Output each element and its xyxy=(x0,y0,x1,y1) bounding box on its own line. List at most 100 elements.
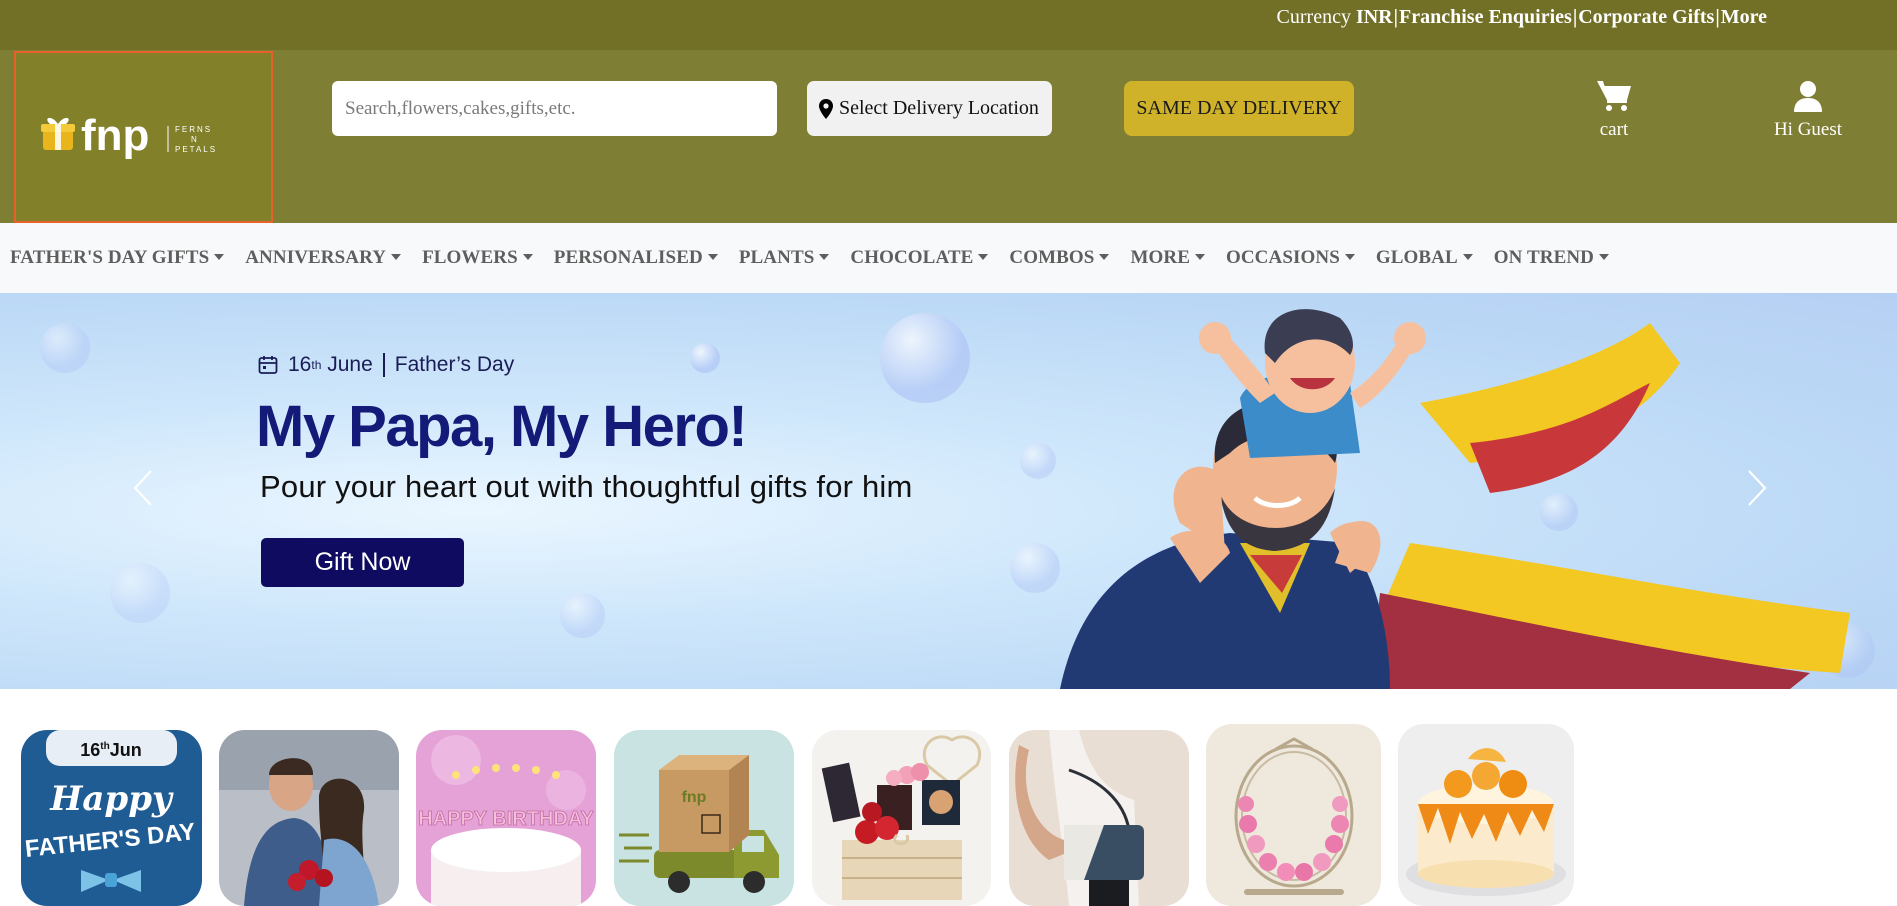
caret-down-icon xyxy=(1099,253,1110,260)
same-day-label: SAME DAY DELIVERY xyxy=(1136,97,1342,119)
svg-text:PETALS: PETALS xyxy=(175,145,217,154)
category-nav: FATHER'S DAY GIFTS ANNIVERSARY FLOWERS P… xyxy=(0,223,1897,293)
nav-label: MORE xyxy=(1130,247,1190,268)
category-tile-anniversary[interactable] xyxy=(219,730,399,906)
banner-subtitle: Pour your heart out with thoughtful gift… xyxy=(260,469,913,504)
cart-button[interactable]: cart xyxy=(1590,80,1638,141)
nav-label: CHOCOLATE xyxy=(850,247,974,268)
flower-ring-arrangement-photo xyxy=(1206,724,1381,906)
nav-item-combos[interactable]: COMBOS xyxy=(1009,247,1110,269)
fathers-day-tile-image: 16thJun Happy FATHER'S DAY xyxy=(21,730,202,906)
bubble-decoration xyxy=(560,593,605,638)
svg-text:N: N xyxy=(191,135,197,144)
nav-item-flowers[interactable]: FLOWERS xyxy=(422,247,533,269)
currency-label: Currency xyxy=(1276,6,1356,28)
category-tile-fathers-day[interactable]: 16thJun Happy FATHER'S DAY xyxy=(21,730,202,906)
hero-banner[interactable]: 16th June Father’s Day My Papa, My Hero!… xyxy=(0,293,1897,689)
caret-down-icon xyxy=(522,253,533,260)
banner-title: My Papa, My Hero! xyxy=(256,394,748,459)
nav-item-on-trend[interactable]: ON TREND xyxy=(1494,247,1609,269)
more-link[interactable]: More xyxy=(1721,6,1767,28)
user-greeting: Hi Guest xyxy=(1773,119,1843,140)
same-day-delivery-button[interactable]: SAME DAY DELIVERY xyxy=(1124,81,1354,136)
nav-label: GLOBAL xyxy=(1375,247,1458,268)
cart-icon xyxy=(1596,80,1632,118)
category-tile-cakes[interactable] xyxy=(1398,724,1574,906)
category-tile-same-day[interactable]: fnp xyxy=(614,730,794,906)
nav-item-plants[interactable]: PLANTS xyxy=(739,247,830,269)
category-tile-personalised[interactable] xyxy=(812,730,991,906)
nav-label: FATHER'S DAY GIFTS xyxy=(10,247,210,268)
nav-label: ON TREND xyxy=(1493,247,1594,268)
corporate-gifts-link[interactable]: Corporate Gifts xyxy=(1578,6,1714,28)
handbag-photo xyxy=(1009,730,1189,906)
caret-down-icon xyxy=(707,253,718,260)
bubble-decoration xyxy=(110,563,170,623)
caret-down-icon xyxy=(1194,253,1205,260)
svg-text:HAPPY BIRTHDAY: HAPPY BIRTHDAY xyxy=(418,808,594,830)
logo-link[interactable]: fnp FERNS N PETALS xyxy=(14,51,273,223)
nav-label: PLANTS xyxy=(738,247,815,268)
chevron-left-icon xyxy=(133,470,152,506)
currency-selector[interactable]: INR xyxy=(1356,6,1393,28)
search-input[interactable] xyxy=(332,81,777,136)
caret-down-icon xyxy=(819,253,830,260)
main-header: fnp FERNS N PETALS Select Delivery Locat… xyxy=(0,50,1897,223)
cart-label: cart xyxy=(1599,119,1629,140)
birthday-cake-photo: HAPPY BIRTHDAY xyxy=(416,730,596,906)
orange-cake-photo xyxy=(1398,724,1574,906)
svg-text:fnp: fnp xyxy=(81,111,149,160)
nav-item-global[interactable]: GLOBAL xyxy=(1376,247,1473,269)
svg-text:fnp: fnp xyxy=(682,789,707,806)
gift-hamper-photo xyxy=(812,730,991,906)
category-tiles: 16thJun Happy FATHER'S DAY HAPPY BIRTHDA… xyxy=(0,724,1897,906)
location-label: Select Delivery Location xyxy=(839,97,1039,119)
carousel-prev-button[interactable] xyxy=(128,468,158,508)
bubble-decoration xyxy=(690,343,720,373)
gift-logo-icon xyxy=(41,117,75,150)
nav-label: FLOWERS xyxy=(422,247,518,268)
bubble-decoration xyxy=(880,313,970,403)
nav-item-more[interactable]: MORE xyxy=(1130,247,1205,269)
bubble-decoration xyxy=(40,323,90,373)
select-location-button[interactable]: Select Delivery Location xyxy=(807,81,1052,136)
nav-label: PERSONALISED xyxy=(553,247,703,268)
date-day: 16 xyxy=(288,353,312,376)
nav-item-fathers-day-gifts[interactable]: FATHER'S DAY GIFTS xyxy=(10,247,225,269)
father-son-illustration xyxy=(1060,309,1850,689)
svg-text:FERNS: FERNS xyxy=(175,125,212,134)
nav-label: COMBOS xyxy=(1009,247,1095,268)
svg-text:Happy: Happy xyxy=(49,779,174,819)
caret-down-icon xyxy=(391,253,402,260)
user-icon xyxy=(1793,80,1823,118)
couple-photo xyxy=(219,730,399,906)
caret-down-icon xyxy=(1598,253,1609,260)
caret-down-icon xyxy=(1462,253,1473,260)
account-button[interactable]: Hi Guest xyxy=(1748,80,1868,141)
franchise-enquiries-link[interactable]: Franchise Enquiries xyxy=(1399,6,1572,28)
nav-item-personalised[interactable]: PERSONALISED xyxy=(554,247,718,269)
nav-item-anniversary[interactable]: ANNIVERSARY xyxy=(245,247,402,269)
date-month: June xyxy=(327,353,373,376)
nav-label: OCCASIONS xyxy=(1225,247,1340,268)
category-tile-flowers[interactable] xyxy=(1206,724,1381,906)
nav-label: ANNIVERSARY xyxy=(245,247,387,268)
delivery-truck-illustration: fnp xyxy=(614,730,794,906)
nav-item-occasions[interactable]: OCCASIONS xyxy=(1226,247,1355,269)
divider xyxy=(382,353,385,377)
fnp-logo: fnp FERNS N PETALS xyxy=(41,111,217,160)
caret-down-icon xyxy=(214,253,225,260)
caret-down-icon xyxy=(1344,253,1355,260)
nav-item-chocolate[interactable]: CHOCOLATE xyxy=(850,247,989,269)
banner-date: 16th June Father’s Day xyxy=(258,353,514,377)
caret-down-icon xyxy=(978,253,989,260)
category-tile-fashion[interactable] xyxy=(1009,730,1189,906)
date-suffix: th xyxy=(311,358,322,372)
gift-now-button[interactable]: Gift Now xyxy=(261,538,464,587)
svg-text:16thJun: 16thJun xyxy=(80,740,142,760)
date-occasion: Father’s Day xyxy=(394,353,515,376)
top-bar: Currency INR|Franchise Enquiries|Corpora… xyxy=(0,0,1897,50)
calendar-icon xyxy=(258,356,278,374)
top-links: Currency INR|Franchise Enquiries|Corpora… xyxy=(1277,6,1767,29)
category-tile-birthday[interactable]: HAPPY BIRTHDAY xyxy=(416,730,596,906)
